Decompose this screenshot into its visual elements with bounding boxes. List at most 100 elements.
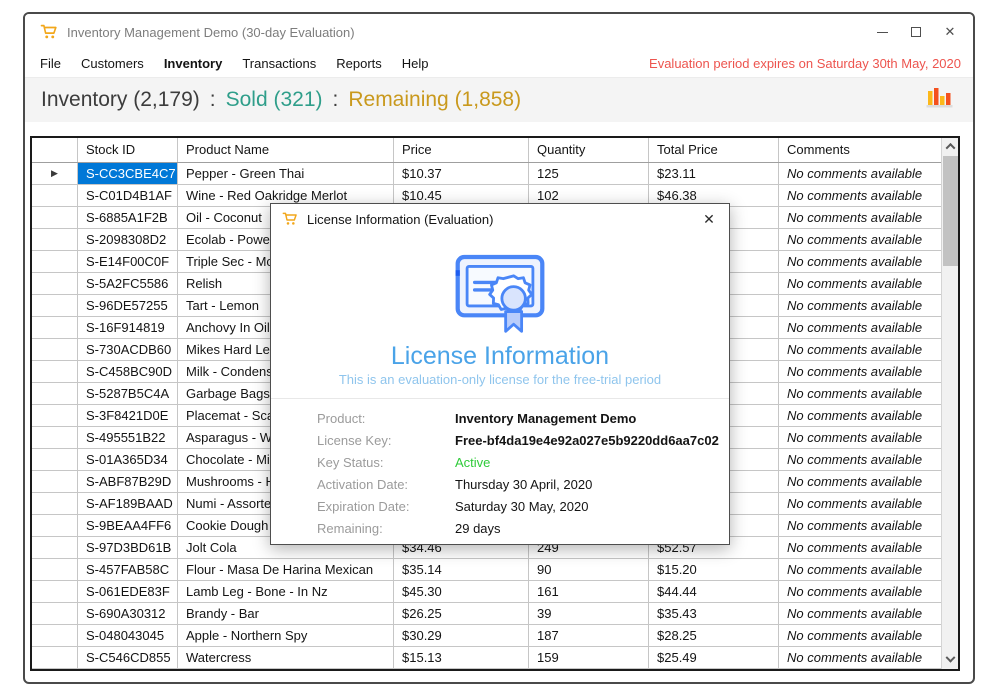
row-selector-cell[interactable] bbox=[32, 317, 78, 338]
cell-comments[interactable]: No comments available bbox=[779, 251, 941, 272]
cell-total[interactable]: $23.11 bbox=[649, 163, 779, 184]
row-selector-cell[interactable] bbox=[32, 427, 78, 448]
cell-stock_id[interactable]: S-3F8421D0E bbox=[78, 405, 178, 426]
cell-quantity[interactable]: 159 bbox=[529, 647, 649, 668]
cell-comments[interactable]: No comments available bbox=[779, 361, 941, 382]
cell-comments[interactable]: No comments available bbox=[779, 493, 941, 514]
cell-comments[interactable]: No comments available bbox=[779, 185, 941, 206]
cell-quantity[interactable]: 90 bbox=[529, 559, 649, 580]
cell-quantity[interactable]: 161 bbox=[529, 581, 649, 602]
menu-item-transactions[interactable]: Transactions bbox=[242, 56, 316, 71]
row-selector-cell[interactable] bbox=[32, 449, 78, 470]
cell-comments[interactable]: No comments available bbox=[779, 427, 941, 448]
cell-stock_id[interactable]: S-E14F00C0F bbox=[78, 251, 178, 272]
cell-quantity[interactable]: 187 bbox=[529, 625, 649, 646]
table-row[interactable]: S-C546CD855 Watercress $15.13 159 $25.49 No c… bbox=[32, 647, 941, 669]
col-header-price[interactable]: Price bbox=[394, 138, 529, 162]
cell-stock_id[interactable]: S-C01D4B1AF bbox=[78, 185, 178, 206]
vertical-scrollbar[interactable] bbox=[941, 138, 958, 669]
cell-comments[interactable]: No comments available bbox=[779, 207, 941, 228]
row-selector-cell[interactable]: ▶ bbox=[32, 163, 78, 184]
cell-total[interactable]: $35.43 bbox=[649, 603, 779, 624]
cell-comments[interactable]: No comments available bbox=[779, 339, 941, 360]
cell-product[interactable]: Apple - Northern Spy bbox=[178, 625, 394, 646]
table-row[interactable]: S-457FAB58C Flour - Masa De Harina Mexica… bbox=[32, 559, 941, 581]
cell-stock_id[interactable]: S-2098308D2 bbox=[78, 229, 178, 250]
cell-comments[interactable]: No comments available bbox=[779, 515, 941, 536]
scrollbar-thumb[interactable] bbox=[943, 156, 958, 266]
cell-stock_id[interactable]: S-457FAB58C bbox=[78, 559, 178, 580]
cell-stock_id[interactable]: S-048043045 bbox=[78, 625, 178, 646]
cell-price[interactable]: $10.37 bbox=[394, 163, 529, 184]
row-selector-cell[interactable] bbox=[32, 493, 78, 514]
table-row[interactable]: S-690A30312 Brandy - Bar $26.25 39 $35.43 No … bbox=[32, 603, 941, 625]
bar-chart-icon[interactable] bbox=[926, 85, 953, 116]
scroll-up-button[interactable] bbox=[942, 138, 958, 155]
cell-stock_id[interactable]: S-C546CD855 bbox=[78, 647, 178, 668]
cell-product[interactable]: Lamb Leg - Bone - In Nz bbox=[178, 581, 394, 602]
cell-stock_id[interactable]: S-01A365D34 bbox=[78, 449, 178, 470]
row-selector-cell[interactable] bbox=[32, 339, 78, 360]
row-selector-cell[interactable] bbox=[32, 251, 78, 272]
cell-stock_id[interactable]: S-9BEAA4FF6 bbox=[78, 515, 178, 536]
cell-comments[interactable]: No comments available bbox=[779, 273, 941, 294]
cell-price[interactable]: $15.13 bbox=[394, 647, 529, 668]
cell-total[interactable]: $28.25 bbox=[649, 625, 779, 646]
cell-stock_id[interactable]: S-97D3BD61B bbox=[78, 537, 178, 558]
cell-total[interactable]: $15.20 bbox=[649, 559, 779, 580]
row-selector-cell[interactable] bbox=[32, 537, 78, 558]
cell-stock_id[interactable]: S-5A2FC5586 bbox=[78, 273, 178, 294]
row-selector-cell[interactable] bbox=[32, 647, 78, 668]
cell-product[interactable]: Pepper - Green Thai bbox=[178, 163, 394, 184]
table-row[interactable]: ▶ S-CC3CBE4C7 Pepper - Green Thai $10.37 125… bbox=[32, 163, 941, 185]
menu-item-help[interactable]: Help bbox=[402, 56, 429, 71]
row-selector-cell[interactable] bbox=[32, 603, 78, 624]
cell-stock_id[interactable]: S-16F914819 bbox=[78, 317, 178, 338]
col-header-total-price[interactable]: Total Price bbox=[649, 138, 779, 162]
menu-item-reports[interactable]: Reports bbox=[336, 56, 382, 71]
row-selector-cell[interactable] bbox=[32, 295, 78, 316]
cell-stock_id[interactable]: S-CC3CBE4C7 bbox=[78, 163, 178, 184]
menu-item-file[interactable]: File bbox=[40, 56, 61, 71]
cell-comments[interactable]: No comments available bbox=[779, 229, 941, 250]
row-selector-cell[interactable] bbox=[32, 625, 78, 646]
cell-product[interactable]: Watercress bbox=[178, 647, 394, 668]
cell-stock_id[interactable]: S-5287B5C4A bbox=[78, 383, 178, 404]
cell-comments[interactable]: No comments available bbox=[779, 317, 941, 338]
cell-comments[interactable]: No comments available bbox=[779, 581, 941, 602]
cell-stock_id[interactable]: S-690A30312 bbox=[78, 603, 178, 624]
cell-total[interactable]: $25.49 bbox=[649, 647, 779, 668]
cell-stock_id[interactable]: S-6885A1F2B bbox=[78, 207, 178, 228]
cell-price[interactable]: $26.25 bbox=[394, 603, 529, 624]
cell-quantity[interactable]: 39 bbox=[529, 603, 649, 624]
cell-comments[interactable]: No comments available bbox=[779, 295, 941, 316]
col-header-comments[interactable]: Comments bbox=[779, 138, 941, 162]
cell-price[interactable]: $35.14 bbox=[394, 559, 529, 580]
cell-product[interactable]: Flour - Masa De Harina Mexican bbox=[178, 559, 394, 580]
row-selector-cell[interactable] bbox=[32, 581, 78, 602]
minimize-button[interactable] bbox=[865, 18, 899, 46]
col-header-stock-id[interactable]: Stock ID bbox=[78, 138, 178, 162]
row-selector-cell[interactable] bbox=[32, 471, 78, 492]
cell-comments[interactable]: No comments available bbox=[779, 405, 941, 426]
cell-comments[interactable]: No comments available bbox=[779, 559, 941, 580]
cell-comments[interactable]: No comments available bbox=[779, 449, 941, 470]
cell-comments[interactable]: No comments available bbox=[779, 603, 941, 624]
cell-total[interactable]: $44.44 bbox=[649, 581, 779, 602]
row-selector-cell[interactable] bbox=[32, 515, 78, 536]
scroll-down-button[interactable] bbox=[942, 652, 958, 669]
col-header-product[interactable]: Product Name bbox=[178, 138, 394, 162]
row-selector-cell[interactable] bbox=[32, 559, 78, 580]
row-selector-cell[interactable] bbox=[32, 383, 78, 404]
row-selector-cell[interactable] bbox=[32, 229, 78, 250]
row-selector-cell[interactable] bbox=[32, 273, 78, 294]
cell-price[interactable]: $45.30 bbox=[394, 581, 529, 602]
menu-item-customers[interactable]: Customers bbox=[81, 56, 144, 71]
cell-quantity[interactable]: 125 bbox=[529, 163, 649, 184]
dialog-close-button[interactable]: ✕ bbox=[689, 204, 729, 234]
cell-product[interactable]: Brandy - Bar bbox=[178, 603, 394, 624]
cell-stock_id[interactable]: S-C458BC90D bbox=[78, 361, 178, 382]
close-button[interactable]: ✕ bbox=[933, 18, 967, 46]
cell-stock_id[interactable]: S-ABF87B29D bbox=[78, 471, 178, 492]
cell-comments[interactable]: No comments available bbox=[779, 471, 941, 492]
